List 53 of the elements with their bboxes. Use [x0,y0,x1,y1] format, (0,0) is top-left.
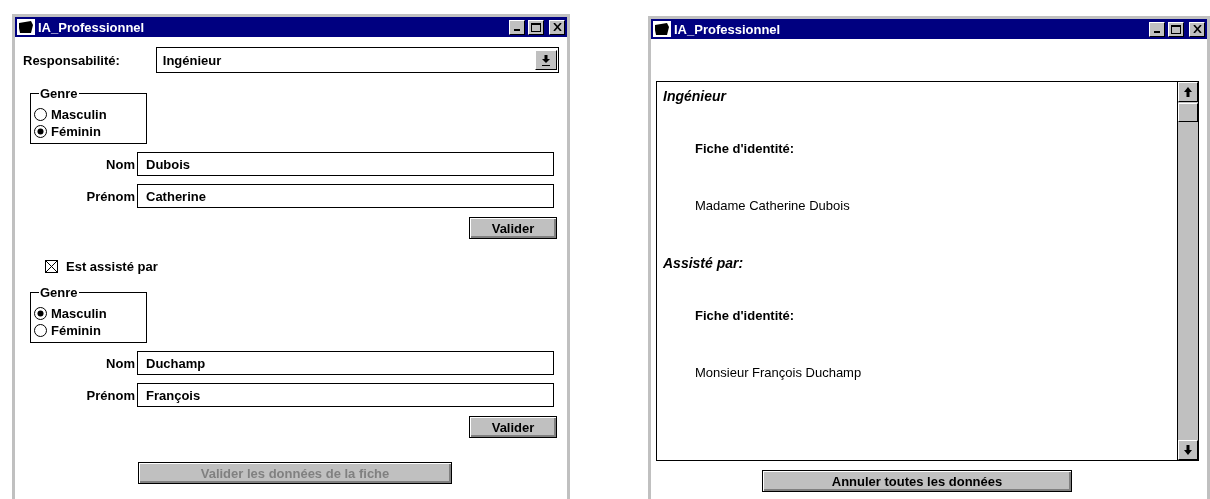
validate-button[interactable]: Valider [469,217,557,239]
radio-button[interactable] [34,307,47,320]
window-title: IA_Professionnel [674,21,782,37]
down-arrow-icon [1184,445,1192,455]
group-label: Genre [39,285,79,300]
validate-button[interactable]: Valider [469,416,557,438]
field-label: Prénom [85,188,135,204]
scroll-down-button[interactable] [1178,440,1198,460]
section-heading: Assisté par: [663,255,744,271]
field-label: Prénom [85,387,135,403]
body-text: Monsieur François Duchamp [695,365,862,380]
section-heading: Ingénieur [663,88,726,104]
radio-label: Masculin [51,107,107,122]
checkbox[interactable] [45,260,58,273]
radio-button[interactable] [34,125,47,138]
checkbox-label: Est assisté par [66,259,158,274]
subheading: Fiche d'identité: [695,141,795,156]
close-button[interactable] [549,19,565,35]
radio-label: Féminin [51,323,101,338]
maximize-button[interactable] [528,19,544,35]
app-icon [17,19,35,35]
group-label: Genre [39,86,79,101]
maximize-button[interactable] [1168,21,1184,37]
radio-button[interactable] [34,324,47,337]
text-field[interactable]: François [137,383,554,407]
body-text: Madame Catherine Dubois [695,198,850,213]
up-arrow-icon [1184,87,1192,97]
scroll-thumb[interactable] [1178,103,1198,122]
scroll-up-button[interactable] [1178,82,1198,102]
app-icon [653,21,671,37]
minimize-button[interactable] [509,19,525,35]
field-label: Nom [105,355,135,371]
maximize-icon [1171,24,1181,34]
text-field[interactable]: Catherine [137,184,554,208]
subheading: Fiche d'identité: [695,308,795,323]
field-label: Responsabilité: [23,52,120,68]
down-arrow-icon [542,54,550,66]
scrollbar[interactable] [1177,82,1198,460]
field-label: Nom [105,156,135,172]
radio-button[interactable] [34,108,47,121]
dropdown[interactable]: Ingénieur [155,47,559,73]
minimize-button[interactable] [1149,21,1165,37]
dropdown-button[interactable] [535,50,557,70]
window-title: IA_Professionnel [38,19,146,35]
text-field[interactable]: Duchamp [137,351,554,375]
close-icon [1192,25,1202,33]
close-button[interactable] [1189,21,1205,37]
cancel-button[interactable]: Annuler toutes les données [762,470,1072,492]
radio-label: Féminin [51,124,101,139]
text-field[interactable]: Dubois [137,152,554,176]
maximize-icon [531,22,541,32]
radio-label: Masculin [51,306,107,321]
close-icon [552,23,562,31]
